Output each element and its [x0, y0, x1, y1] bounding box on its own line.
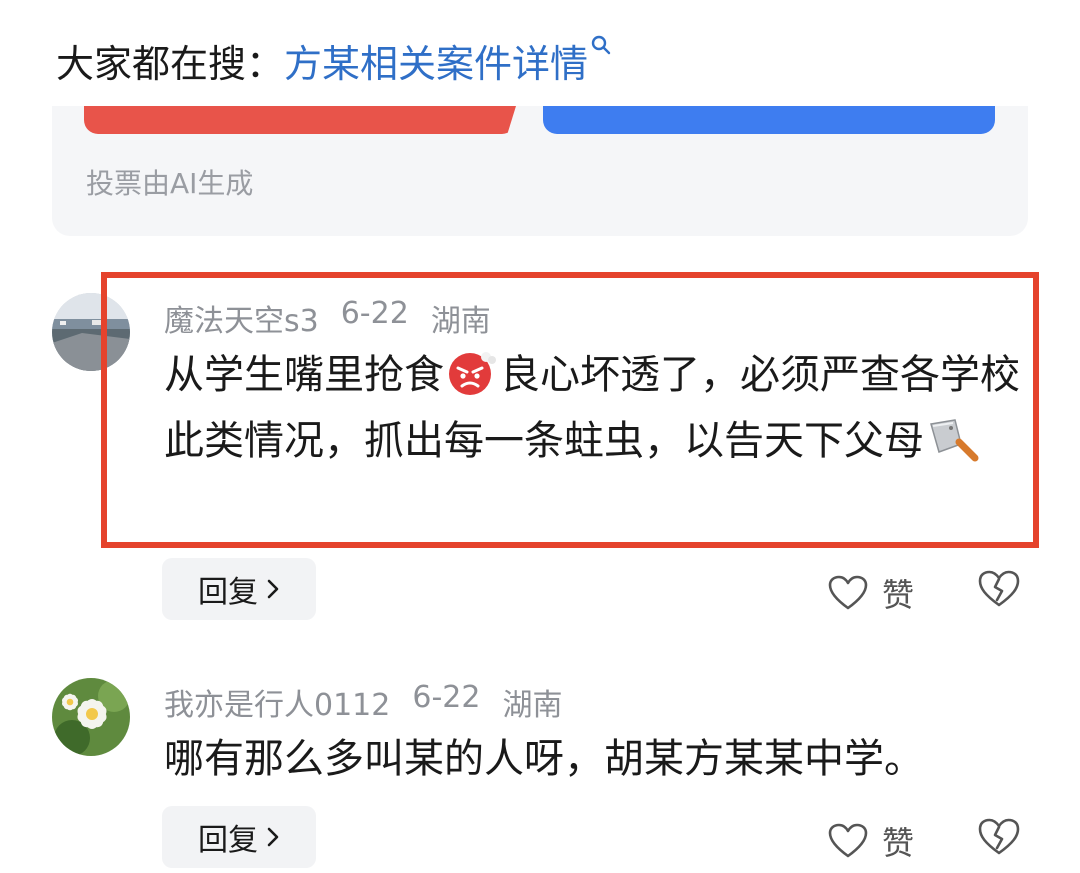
heart-icon — [828, 575, 868, 610]
username[interactable]: 我亦是行人0112 — [164, 680, 390, 724]
like-label: 赞 — [882, 824, 915, 862]
comment-location: 湖南 — [502, 688, 563, 723]
avatar[interactable] — [52, 678, 130, 756]
broken-heart-icon[interactable] — [978, 818, 1020, 856]
like-button[interactable]: 赞 — [828, 570, 914, 616]
comment-text-part1: 从学生嘴里抢食 — [164, 352, 444, 398]
reply-label: 回复 — [198, 823, 258, 858]
comment-text: 从学生嘴里抢食 良心坏透了，必须严查各学校此类情况，抓出每一条蛀虫，以告天下父母 — [164, 342, 1044, 474]
avatar-image — [52, 678, 130, 756]
avatar-image — [52, 293, 130, 371]
like-button[interactable]: 赞 — [828, 818, 914, 864]
chevron-right-icon — [267, 579, 279, 599]
like-label: 赞 — [882, 576, 915, 614]
vote-card: 投票由AI生成 — [52, 106, 1028, 236]
comment-meta: 魔法天空s3 6-22 湖南 — [164, 296, 491, 340]
comment-text: 哪有那么多叫某的人呀，胡某方某某中学。 — [164, 736, 924, 782]
comment-date: 6-22 — [412, 680, 481, 715]
heart-icon — [828, 823, 868, 858]
angry-face-emoji — [449, 352, 496, 395]
search-suggestion[interactable]: 大家都在搜： 方某相关案件详情 — [56, 30, 612, 90]
chevron-right-icon — [267, 827, 279, 847]
vote-ai-note: 投票由AI生成 — [86, 167, 254, 200]
search-icon — [591, 35, 611, 55]
reply-button[interactable]: 回复 — [162, 558, 316, 620]
reply-button[interactable]: 回复 — [162, 806, 316, 868]
cleaver-knife-emoji — [930, 419, 979, 462]
vote-option-bar-right[interactable] — [543, 106, 995, 134]
comment-date: 6-22 — [340, 296, 409, 331]
username[interactable]: 魔法天空s3 — [164, 296, 319, 340]
reply-label: 回复 — [198, 575, 258, 610]
search-hint-prefix: 大家都在搜： — [56, 41, 285, 86]
avatar[interactable] — [52, 293, 130, 371]
comment-meta: 我亦是行人0112 6-22 湖南 — [164, 680, 562, 724]
search-hint-query[interactable]: 方某相关案件详情 — [284, 33, 588, 88]
broken-heart-icon[interactable] — [978, 570, 1020, 608]
vote-option-bar-left[interactable] — [84, 106, 516, 134]
comment-location: 湖南 — [430, 304, 491, 339]
